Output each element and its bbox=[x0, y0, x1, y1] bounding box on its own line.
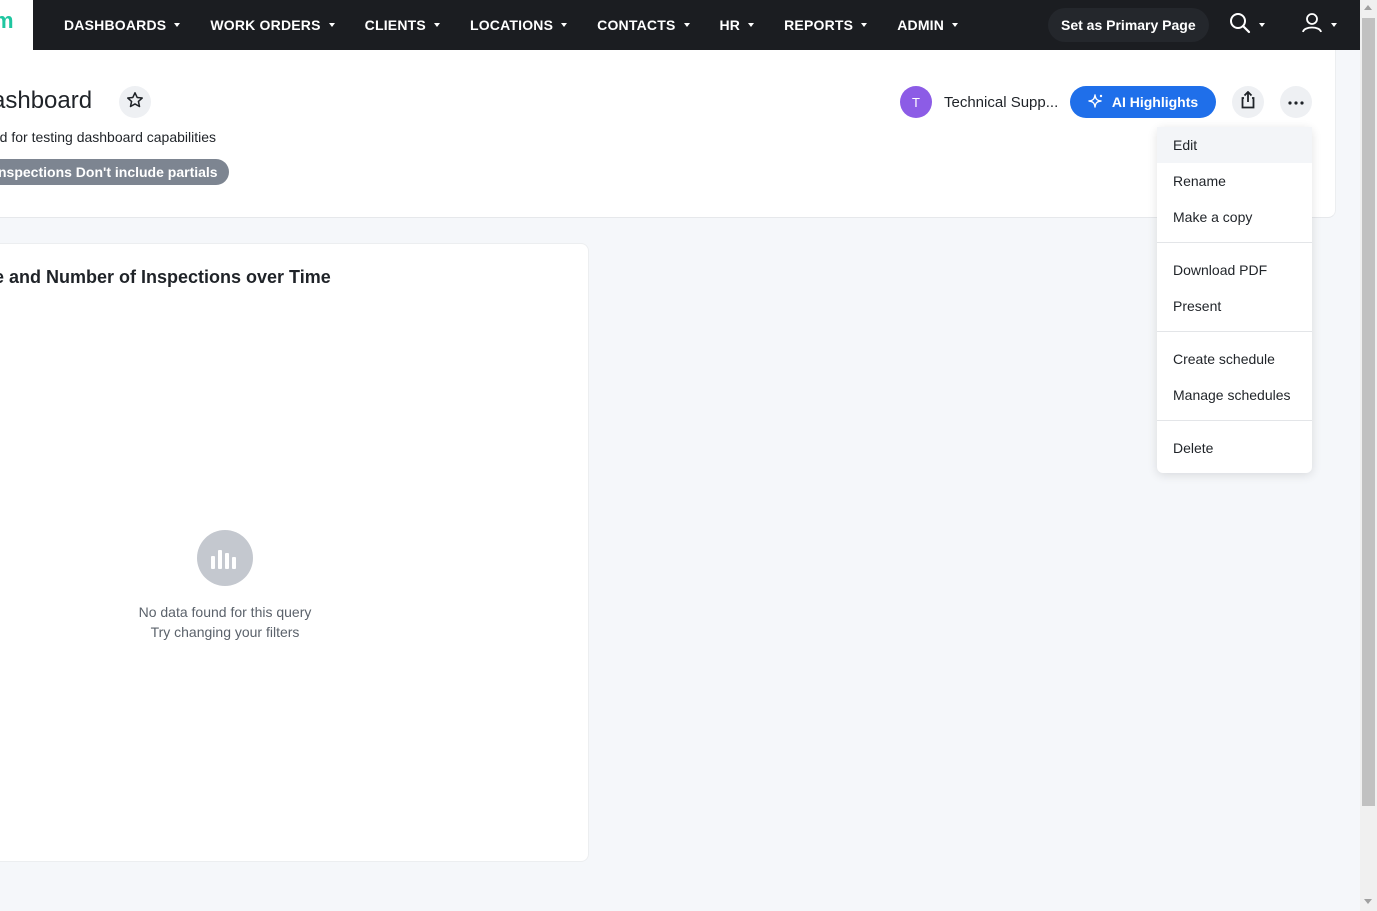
caret-down-icon bbox=[1259, 23, 1265, 27]
menu-item-delete[interactable]: Delete bbox=[1157, 430, 1312, 466]
filter-chip[interactable]: nspections Don't include partials bbox=[0, 159, 229, 185]
caret-down-icon bbox=[174, 23, 181, 27]
caret-down-icon bbox=[328, 23, 335, 27]
dashboard-header: ashboard rd for testing dashboard capabi… bbox=[0, 50, 1336, 218]
logo-mark: m bbox=[0, 8, 14, 33]
chart-title: e and Number of Inspections over Time bbox=[0, 267, 331, 287]
star-icon bbox=[126, 91, 144, 114]
logo[interactable]: m bbox=[0, 0, 33, 50]
menu-divider bbox=[1157, 331, 1312, 332]
caret-down-icon bbox=[748, 23, 755, 27]
menu-item-download-pdf[interactable]: Download PDF bbox=[1157, 252, 1312, 288]
nav-item-admin[interactable]: ADMIN bbox=[897, 17, 959, 33]
menu-item-make-copy[interactable]: Make a copy bbox=[1157, 199, 1312, 235]
scroll-up-arrow-icon[interactable] bbox=[1364, 5, 1372, 10]
nav-item-dashboards[interactable]: DASHBOARDS bbox=[64, 17, 181, 33]
search-icon bbox=[1229, 12, 1251, 39]
empty-state-hint: Try changing your filters bbox=[150, 624, 300, 640]
dashboard-description: rd for testing dashboard capabilities bbox=[0, 129, 217, 145]
nav-item-clients[interactable]: CLIENTS bbox=[365, 17, 440, 33]
empty-state-message: No data found for this query bbox=[138, 604, 312, 620]
menu-item-present[interactable]: Present bbox=[1157, 288, 1312, 324]
nav-item-work-orders[interactable]: WORK ORDERS bbox=[210, 17, 335, 33]
nav-item-hr[interactable]: HR bbox=[720, 17, 755, 33]
scrollbar-thumb[interactable] bbox=[1362, 18, 1375, 806]
nav-item-reports[interactable]: REPORTS bbox=[784, 17, 868, 33]
user-icon bbox=[1301, 12, 1323, 39]
user-menu[interactable] bbox=[1301, 0, 1337, 50]
avatar[interactable]: T bbox=[900, 86, 932, 118]
caret-down-icon bbox=[683, 23, 690, 27]
owner-name: Technical Supp... bbox=[944, 94, 1059, 111]
nav-item-contacts[interactable]: CONTACTS bbox=[597, 17, 690, 33]
caret-down-icon bbox=[433, 23, 440, 27]
chart-card: e and Number of Inspections over Time No… bbox=[0, 243, 589, 862]
nav-menu: DASHBOARDS WORK ORDERS CLIENTS LOCATIONS… bbox=[33, 0, 988, 50]
more-options-menu: Edit Rename Make a copy Download PDF Pre… bbox=[1157, 127, 1312, 473]
share-button[interactable] bbox=[1232, 86, 1264, 118]
set-primary-page-button[interactable]: Set as Primary Page bbox=[1048, 8, 1209, 42]
menu-divider bbox=[1157, 420, 1312, 421]
menu-item-rename[interactable]: Rename bbox=[1157, 163, 1312, 199]
top-navbar: DASHBOARDS WORK ORDERS CLIENTS LOCATIONS… bbox=[33, 0, 1360, 50]
page-title: ashboard bbox=[0, 87, 93, 114]
vertical-scrollbar[interactable] bbox=[1360, 0, 1377, 911]
caret-down-icon bbox=[861, 23, 868, 27]
caret-down-icon bbox=[952, 23, 959, 27]
menu-item-create-schedule[interactable]: Create schedule bbox=[1157, 341, 1312, 377]
favorite-button[interactable] bbox=[119, 86, 151, 118]
scroll-down-arrow-icon[interactable] bbox=[1364, 899, 1372, 904]
ai-highlights-button[interactable]: AI Highlights bbox=[1070, 86, 1216, 118]
caret-down-icon bbox=[1331, 23, 1337, 27]
share-icon bbox=[1240, 90, 1256, 114]
caret-down-icon bbox=[561, 23, 568, 27]
more-horizontal-icon bbox=[1287, 93, 1305, 111]
menu-divider bbox=[1157, 242, 1312, 243]
search-menu[interactable] bbox=[1229, 0, 1265, 50]
nav-item-locations[interactable]: LOCATIONS bbox=[470, 17, 568, 33]
menu-item-manage-schedules[interactable]: Manage schedules bbox=[1157, 377, 1312, 413]
bar-chart-icon bbox=[197, 530, 253, 586]
menu-item-edit[interactable]: Edit bbox=[1157, 127, 1312, 163]
more-options-button[interactable] bbox=[1280, 86, 1312, 118]
sparkle-icon bbox=[1088, 93, 1104, 112]
